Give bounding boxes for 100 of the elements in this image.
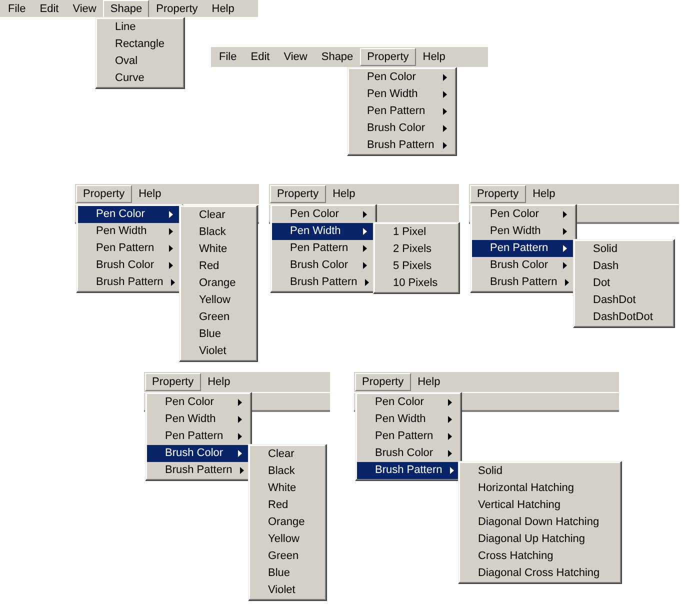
submenu-arrow-icon xyxy=(238,450,242,457)
submenu-arrow-icon xyxy=(169,228,173,235)
menu-bar-item[interactable]: File xyxy=(1,0,33,18)
menu-item[interactable]: Pen Pattern xyxy=(272,240,375,257)
menu-item[interactable]: Pen Width xyxy=(78,223,181,240)
menu-item[interactable]: Pen Color xyxy=(78,206,181,223)
menu-item[interactable]: Rectangle xyxy=(97,36,183,53)
menu-bar-item[interactable]: View xyxy=(276,48,314,66)
submenu-arrow-icon xyxy=(443,108,447,115)
menu-bar-item[interactable]: Help xyxy=(410,373,448,391)
menu-item[interactable]: Pen Pattern xyxy=(147,428,250,445)
menu-item[interactable]: Brush Color xyxy=(357,445,460,462)
menu-item[interactable]: Pen Pattern xyxy=(472,240,575,257)
menu-bar-item[interactable]: Property xyxy=(76,185,132,203)
menu-item[interactable]: Pen Color xyxy=(357,394,460,411)
menu-bar-item[interactable]: Help xyxy=(200,373,238,391)
menu-item[interactable]: Line xyxy=(97,19,183,36)
menu-bar-item[interactable]: Property xyxy=(145,373,201,391)
menu-item[interactable]: Pen Width xyxy=(472,223,575,240)
menu-item[interactable]: DashDot xyxy=(575,292,673,309)
menu-item[interactable]: Solid xyxy=(460,463,620,480)
menu-item[interactable]: Pen Color xyxy=(147,394,250,411)
menu-item[interactable]: Brush Color xyxy=(147,445,250,462)
menu-item[interactable]: Clear xyxy=(181,207,256,224)
menu-item[interactable]: Diagonal Down Hatching xyxy=(460,514,620,531)
menu-item[interactable]: Green xyxy=(250,548,325,565)
submenu-arrow-icon xyxy=(363,245,367,252)
menu-bar-item[interactable]: Property xyxy=(360,48,416,66)
menu-item[interactable]: 1 Pixel xyxy=(375,224,458,241)
menu-item[interactable]: Brush Pattern xyxy=(349,137,455,154)
menu-item[interactable]: Red xyxy=(181,258,256,275)
menu-item[interactable]: Violet xyxy=(181,343,256,360)
menu-item[interactable]: Green xyxy=(181,309,256,326)
menu-item[interactable]: Yellow xyxy=(250,531,325,548)
submenu-arrow-icon xyxy=(448,433,452,440)
menu-bar-item[interactable]: Property xyxy=(355,373,411,391)
submenu-arrow-icon xyxy=(169,262,173,269)
menu-item[interactable]: Pen Pattern xyxy=(349,103,455,120)
menu-item[interactable]: Pen Color xyxy=(272,206,375,223)
menu-item[interactable]: Orange xyxy=(250,514,325,531)
menu-item[interactable]: Vertical Hatching xyxy=(460,497,620,514)
menu-item[interactable]: Brush Color xyxy=(272,257,375,274)
menu-item[interactable]: Pen Width xyxy=(357,411,460,428)
menu-item[interactable]: Pen Width xyxy=(147,411,250,428)
menu-bar-item[interactable]: Property xyxy=(149,0,205,18)
menu-item[interactable]: Clear xyxy=(250,446,325,463)
menu-item[interactable]: DashDotDot xyxy=(575,309,673,326)
menu-bar-item[interactable]: Property xyxy=(470,185,526,203)
menu-item[interactable]: Blue xyxy=(250,565,325,582)
submenu-arrow-icon xyxy=(363,228,367,235)
menu-bar-item[interactable]: Help xyxy=(416,48,452,66)
menu-item[interactable]: Brush Pattern xyxy=(472,274,575,291)
menu-item[interactable]: Pen Pattern xyxy=(357,428,460,445)
menu-item[interactable]: Red xyxy=(250,497,325,514)
menu-item[interactable]: Solid xyxy=(575,241,673,258)
menu-item[interactable]: Diagonal Cross Hatching xyxy=(460,565,620,582)
menu-bar-item[interactable]: Help xyxy=(204,0,242,18)
menu-bar-item[interactable]: Help xyxy=(526,185,562,203)
menu-bar-item[interactable]: Help xyxy=(132,185,168,203)
menu-item[interactable]: Black xyxy=(250,463,325,480)
menu-item[interactable]: Orange xyxy=(181,275,256,292)
menu-item[interactable]: Pen Color xyxy=(472,206,575,223)
menu-item[interactable]: Pen Width xyxy=(349,86,455,103)
menu-item[interactable]: Brush Pattern xyxy=(357,462,460,479)
menu-bar-item[interactable]: File xyxy=(212,48,244,66)
menu-item[interactable]: Brush Color xyxy=(78,257,181,274)
menu-item[interactable]: Brush Pattern xyxy=(272,274,375,291)
menu-item[interactable]: Diagonal Up Hatching xyxy=(460,531,620,548)
submenu-arrow-icon xyxy=(169,211,173,218)
submenu-arrow-icon xyxy=(363,211,367,218)
menu-item[interactable]: 2 Pixels xyxy=(375,241,458,258)
menu-item[interactable]: Brush Pattern xyxy=(78,274,181,291)
menu-item[interactable]: Brush Pattern xyxy=(147,462,250,479)
menu-item[interactable]: Yellow xyxy=(181,292,256,309)
menu-item[interactable]: 5 Pixels xyxy=(375,258,458,275)
menu-bar-item[interactable]: Property xyxy=(270,185,326,203)
menu-item[interactable]: Oval xyxy=(97,53,183,70)
menu-bar-item[interactable]: Shape xyxy=(314,48,360,66)
menu-item[interactable]: Dot xyxy=(575,275,673,292)
submenu-arrow-icon xyxy=(443,125,447,132)
submenu-arrow-icon xyxy=(238,416,242,423)
menu-item[interactable]: White xyxy=(250,480,325,497)
menu-item[interactable]: Black xyxy=(181,224,256,241)
menu-item[interactable]: White xyxy=(181,241,256,258)
menu-item[interactable]: Pen Pattern xyxy=(78,240,181,257)
menu-item[interactable]: Brush Color xyxy=(349,120,455,137)
menu-bar-item[interactable]: View xyxy=(66,0,104,18)
menu-item[interactable]: Brush Color xyxy=(472,257,575,274)
menu-bar-item[interactable]: Edit xyxy=(32,0,66,18)
menu-bar-item[interactable]: Edit xyxy=(244,48,277,66)
menu-item[interactable]: 10 Pixels xyxy=(375,275,458,292)
menu-item[interactable]: Curve xyxy=(97,70,183,87)
menu-bar-item[interactable]: Help xyxy=(326,185,362,203)
menu-item[interactable]: Cross Hatching xyxy=(460,548,620,565)
menu-item[interactable]: Pen Color xyxy=(349,69,455,86)
menu-item[interactable]: Pen Width xyxy=(272,223,375,240)
menu-item[interactable]: Horizontal Hatching xyxy=(460,480,620,497)
menu-item[interactable]: Violet xyxy=(250,582,325,599)
menu-item[interactable]: Dash xyxy=(575,258,673,275)
menu-item[interactable]: Blue xyxy=(181,326,256,343)
